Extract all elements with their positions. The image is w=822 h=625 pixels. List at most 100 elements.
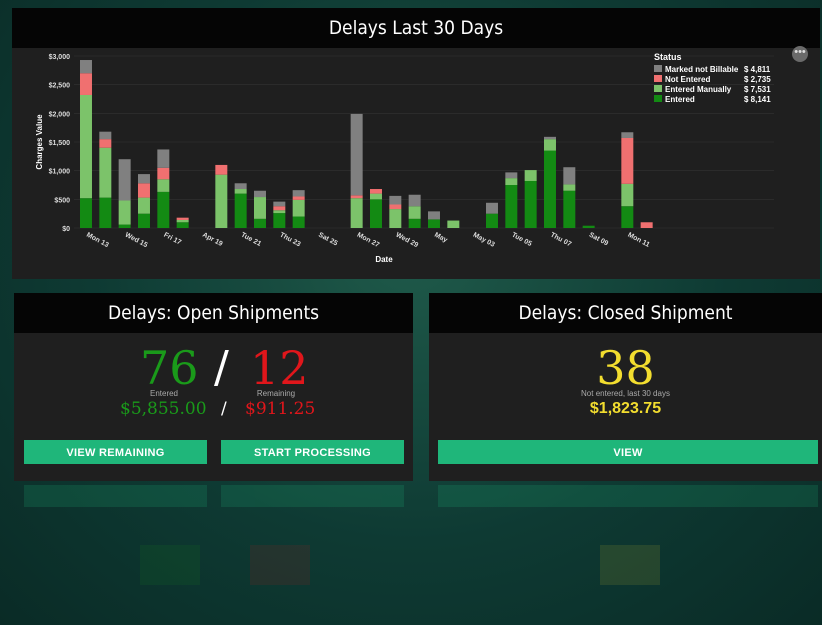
x-tick-label: Fri 17 (162, 232, 182, 247)
bar-segment-entered (486, 213, 498, 228)
bar-segment-not-entered (350, 195, 363, 199)
bar-segment-entered (370, 199, 382, 228)
bar-segment-entered (408, 218, 421, 228)
x-tick-label: Thu 23 (278, 232, 301, 249)
bar-segment-manual (157, 179, 170, 192)
bar-segment-manual (176, 219, 189, 223)
y-tick-label: $3,000 (49, 54, 71, 61)
bar-segment-entered (273, 213, 286, 228)
bar-segment-not-entered (640, 222, 653, 228)
x-tick-label: Mon 27 (356, 232, 381, 250)
x-tick-label: Thu 07 (549, 232, 572, 249)
legend-label: Entered (665, 95, 695, 104)
bar-segment-not-entered (99, 139, 112, 148)
bar-segment-entered (505, 185, 518, 228)
bar-segment-manual (254, 197, 266, 219)
remaining-label: Remaining (256, 389, 296, 398)
legend-value: $ 8,141 (744, 95, 771, 104)
bar-segment-manual (370, 193, 382, 200)
bar-segment-manual (273, 210, 286, 214)
bar-segment-not-entered (292, 196, 305, 200)
bar-segment-not-billable (273, 201, 286, 207)
legend-value: $ 4,811 (744, 65, 771, 74)
bar-segment-entered (157, 191, 170, 228)
bar-segment-manual (350, 198, 363, 228)
legend-value: $ 2,735 (744, 75, 771, 84)
legend-swatch (654, 75, 662, 82)
entered-count: 76 (140, 341, 199, 395)
count-separator: / (214, 342, 229, 393)
x-tick-label: Wed 29 (394, 232, 419, 250)
bar-segment-manual (138, 197, 150, 214)
delays-chart: $0 $500 $1,000 $1,500 $2,000 $2,500 $3,000 Char… (35, 52, 774, 264)
bar-segment-not-billable (389, 195, 402, 205)
bar-segment-not-billable (544, 136, 556, 140)
bar-segment-not-entered (370, 189, 382, 194)
bar-segment-not-billable (408, 194, 421, 207)
entered-money: $5,855.00 (120, 399, 207, 419)
panel-reflection (0, 484, 822, 625)
bar-segment-manual (524, 170, 537, 181)
bar-segment-entered (563, 190, 576, 228)
bar-segment-manual (544, 139, 556, 151)
bar-segment-not-entered (215, 164, 228, 175)
bar-segment-not-billable (621, 132, 634, 138)
open-shipments-panel: Delays: Open Shipments 76 / 12 Entered R… (14, 293, 413, 481)
legend-value: $ 7,531 (744, 85, 771, 94)
x-tick-label: Sat 09 (588, 232, 610, 248)
bar-segment-not-entered (157, 167, 170, 180)
remaining-count: 12 (250, 341, 309, 395)
bar-segment-not-entered (389, 204, 402, 210)
start-processing-button[interactable]: START PROCESSING (221, 440, 404, 464)
bar-segment-entered (254, 218, 266, 228)
bar-segment-manual (80, 94, 92, 199)
bar-segment-not-entered (138, 183, 150, 198)
open-shipments-title: Delays: Open Shipments (14, 293, 413, 333)
y-tick-label: $1,500 (49, 140, 71, 147)
money-separator: / (221, 399, 227, 419)
bar-segment-not-entered (176, 217, 189, 220)
bar-segment-manual (563, 184, 576, 191)
x-tick-label: May 03 (472, 232, 496, 249)
bar-segment-manual (215, 174, 228, 228)
bar-segment-entered (176, 222, 189, 228)
legend-label: Entered Manually (665, 85, 732, 94)
legend-swatch (654, 65, 662, 72)
x-tick-label: Wed 15 (124, 232, 149, 250)
view-button[interactable]: VIEW (438, 440, 818, 464)
bar-segment-entered (524, 180, 537, 228)
closed-shipment-panel: Delays: Closed Shipment 38 Not entered, … (429, 293, 822, 481)
view-remaining-button[interactable]: VIEW REMAINING (24, 440, 207, 464)
chart-panel: Delays Last 30 Days ••• $0 $500 $1,000 $1,5… (12, 8, 820, 279)
x-tick-label: Mon 13 (85, 232, 110, 250)
bar-segment-manual (447, 220, 460, 228)
bar-segment-manual (505, 178, 518, 185)
bar-segment-not-billable (292, 190, 305, 197)
closed-count: 38 (596, 341, 655, 395)
y-tick-label: $500 (54, 197, 70, 204)
bar-segment-manual (234, 189, 247, 194)
y-tick-label: $0 (62, 226, 70, 233)
bar-segment-manual (118, 200, 131, 225)
legend-label: Marked not Billable (665, 65, 739, 74)
x-tick-label: Tue 05 (510, 232, 533, 248)
remaining-money: $911.25 (245, 399, 316, 419)
bar-segment-entered (138, 213, 150, 228)
closed-money: $1,823.75 (589, 400, 662, 417)
bar-segment-manual (408, 206, 421, 219)
bar-segment-manual (621, 183, 634, 207)
bar-segment-not-billable (157, 149, 170, 168)
bar-segment-not-billable (350, 113, 363, 196)
bar-segment-entered (118, 224, 131, 228)
bar-segment-not-billable (563, 167, 576, 185)
y-tick-label: $2,000 (49, 111, 71, 118)
legend-swatch (654, 95, 662, 102)
bar-segment-not-billable (138, 174, 150, 184)
bar-segment-entered (80, 198, 92, 228)
bar-segment-not-billable (486, 202, 498, 214)
bar-segment-manual (292, 199, 305, 217)
bar-segment-not-entered (273, 206, 286, 211)
x-tick-label: Tue 21 (240, 232, 263, 248)
bar-segment-entered (544, 150, 556, 228)
x-tick-label: Sat 25 (317, 232, 339, 248)
